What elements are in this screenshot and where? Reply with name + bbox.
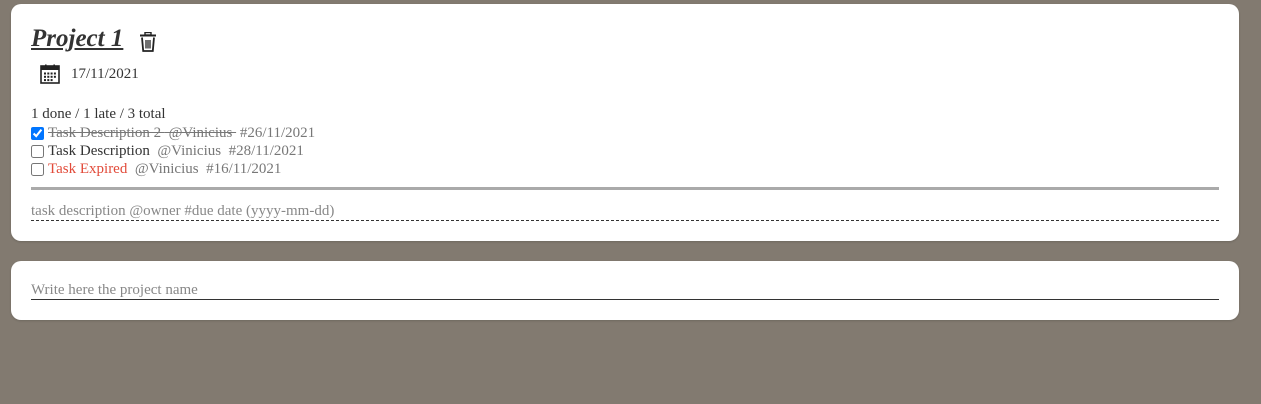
task-summary: 1 done / 1 late / 3 total bbox=[31, 106, 166, 122]
task-divider bbox=[31, 187, 1219, 190]
task-owner: @Vinicius bbox=[164, 125, 237, 141]
project-card: Project 1 17/11/2021 1 done / 1 late / 3… bbox=[11, 4, 1239, 241]
task-description: Task Description 2 bbox=[48, 125, 165, 141]
project-date: 17/11/2021 bbox=[71, 65, 139, 82]
task-done-checkbox[interactable] bbox=[31, 126, 44, 140]
task-done-checkbox[interactable] bbox=[31, 162, 44, 176]
new-project-name-input[interactable] bbox=[31, 281, 1219, 300]
task-due-date: #16/11/2021 bbox=[202, 161, 282, 177]
project-header: Project 1 bbox=[31, 25, 157, 53]
task-item: Task Expired @Vinicius #16/11/2021 bbox=[31, 160, 315, 178]
task-list: Task Description 2 @Vinicius #26/11/2021… bbox=[31, 124, 315, 178]
task-due-date: #28/11/2021 bbox=[224, 143, 304, 159]
task-description: Task Expired bbox=[48, 161, 132, 177]
task-item: Task Description @Vinicius #28/11/2021 bbox=[31, 142, 315, 160]
task-due-date: #26/11/2021 bbox=[236, 125, 316, 141]
task-item: Task Description 2 @Vinicius #26/11/2021 bbox=[31, 124, 315, 142]
task-done-checkbox[interactable] bbox=[31, 144, 44, 158]
task-description: Task Description bbox=[48, 143, 154, 159]
calendar-icon[interactable] bbox=[40, 64, 60, 84]
new-task-input[interactable] bbox=[31, 202, 1219, 221]
task-owner: @Vinicius bbox=[131, 161, 203, 177]
project-date-row: 17/11/2021 bbox=[40, 64, 139, 84]
new-project-card bbox=[11, 261, 1239, 320]
project-title[interactable]: Project 1 bbox=[31, 25, 123, 53]
task-owner: @Vinicius bbox=[153, 143, 225, 159]
trash-icon[interactable] bbox=[139, 32, 157, 52]
